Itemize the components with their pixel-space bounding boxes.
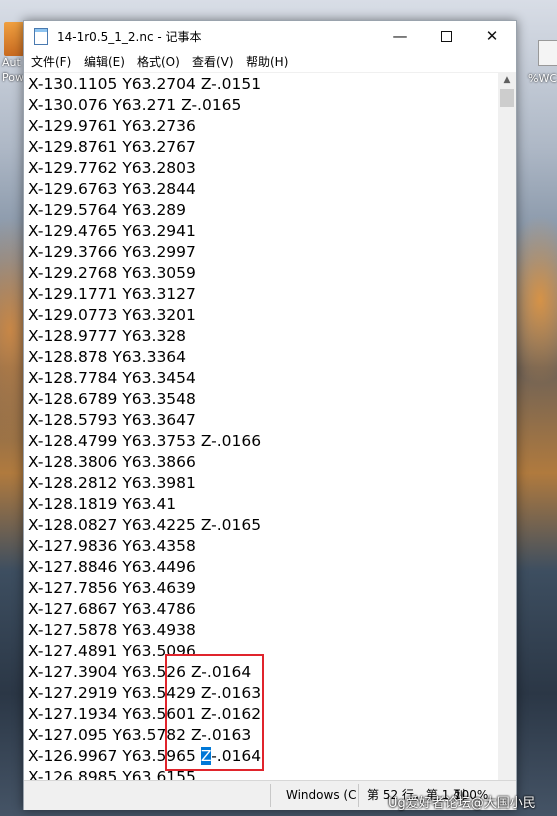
desktop-app-icon[interactable] <box>4 22 24 56</box>
text-line: X-129.8761 Y63.2767 <box>28 138 196 156</box>
text-line: X-129.1771 Y63.3127 <box>28 285 196 303</box>
text-line: X-128.4799 Y63.3753 Z-.0166 <box>28 432 262 450</box>
text-line: X-129.4765 Y63.2941 <box>28 222 196 240</box>
text-line: X-127.6867 Y63.4786 <box>28 600 196 618</box>
menu-format[interactable]: 格式(O) <box>137 53 180 70</box>
maximize-button[interactable] <box>423 21 469 51</box>
text-line: X-129.3766 Y63.2997 <box>28 243 196 261</box>
status-divider <box>358 784 359 807</box>
text-line: X-129.9761 Y63.2736 <box>28 117 196 135</box>
text-line: X-127.8846 Y63.4496 <box>28 558 196 576</box>
text-line: X-127.9836 Y63.4358 <box>28 537 196 555</box>
menu-bar: 文件(F) 编辑(E) 格式(O) 查看(V) 帮助(H) <box>24 51 516 71</box>
annotation-highlight-box <box>165 654 264 771</box>
vertical-scrollbar[interactable]: ▲ <box>498 72 516 780</box>
window-title: 14-1r0.5_1_2.nc - 记事本 <box>57 30 202 44</box>
watermark: Ug爱好者论坛@大国小民 <box>388 796 536 811</box>
line-ending-indicator: Windows (C <box>286 788 357 802</box>
text-line: X-129.5764 Y63.289 <box>28 201 187 219</box>
text-line: X-128.878 Y63.3364 <box>28 348 187 366</box>
desktop-icon-label: Aut <box>2 56 21 69</box>
close-button[interactable]: ✕ <box>469 21 515 51</box>
text-line: X-128.9777 Y63.328 <box>28 327 187 345</box>
minimize-button[interactable]: — <box>377 21 423 51</box>
text-line: X-130.1105 Y63.2704 Z-.0151 <box>28 75 262 93</box>
menu-help[interactable]: 帮助(H) <box>246 53 288 70</box>
text-line: X-128.3806 Y63.3866 <box>28 453 196 471</box>
scroll-up-arrow-icon[interactable]: ▲ <box>498 72 516 89</box>
text-line: X-130.076 Y63.271 Z-.0165 <box>28 96 242 114</box>
text-line: X-128.6789 Y63.3548 <box>28 390 196 408</box>
text-line: X-128.0827 Y63.4225 Z-.0165 <box>28 516 262 534</box>
text-line: X-127.5878 Y63.4938 <box>28 621 196 639</box>
text-line: X-128.5793 Y63.3647 <box>28 411 196 429</box>
desktop-file-icon[interactable] <box>538 40 557 66</box>
menu-view[interactable]: 查看(V) <box>192 53 234 70</box>
menu-file[interactable]: 文件(F) <box>31 53 71 70</box>
desktop-icon-label: %WC <box>528 72 557 85</box>
scroll-thumb[interactable] <box>500 89 514 107</box>
maximize-icon <box>440 31 452 42</box>
text-line: X-129.6763 Y63.2844 <box>28 180 196 198</box>
status-divider <box>270 784 271 807</box>
text-line: X-129.2768 Y63.3059 <box>28 264 196 282</box>
text-line: X-128.2812 Y63.3981 <box>28 474 196 492</box>
desktop-icon-label: Pow <box>2 71 24 84</box>
menu-edit[interactable]: 编辑(E) <box>84 53 125 70</box>
text-line: X-129.0773 Y63.3201 <box>28 306 196 324</box>
notepad-icon <box>34 28 48 45</box>
text-line: X-128.1819 Y63.41 <box>28 495 177 513</box>
text-line: X-127.7856 Y63.4639 <box>28 579 196 597</box>
text-line: X-129.7762 Y63.2803 <box>28 159 196 177</box>
title-bar[interactable]: 14-1r0.5_1_2.nc - 记事本 — ✕ <box>24 21 516 51</box>
text-line: X-128.7784 Y63.3454 <box>28 369 196 387</box>
notepad-window: 14-1r0.5_1_2.nc - 记事本 — ✕ 文件(F) 编辑(E) 格式… <box>23 20 517 810</box>
